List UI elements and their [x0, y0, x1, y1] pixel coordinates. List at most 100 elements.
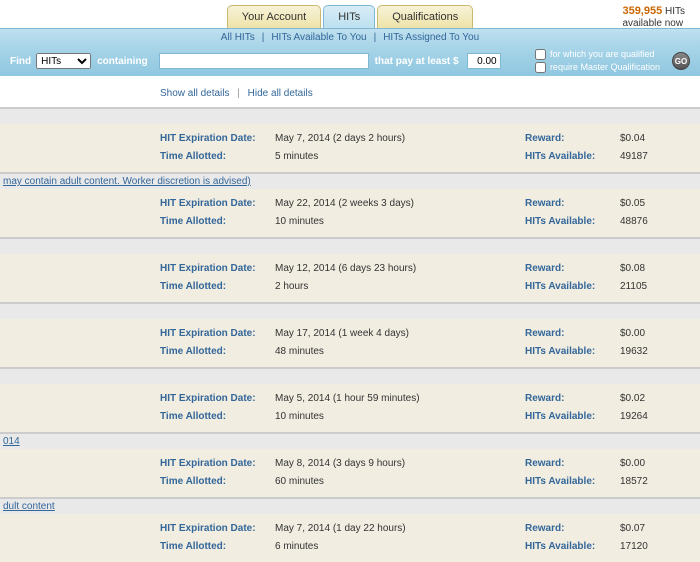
hits-available-value: 18572: [620, 473, 648, 491]
hits-available-label: HITs Available:: [525, 538, 620, 556]
tab-hits[interactable]: HITs: [323, 5, 375, 28]
hit-details: HIT Expiration Date:May 17, 2014 (1 week…: [0, 319, 700, 367]
pay-label: that pay at least $: [375, 56, 459, 67]
reward-value: $0.08: [620, 260, 645, 278]
hit-list: HIT Expiration Date:May 7, 2014 (2 days …: [0, 107, 700, 562]
find-type-select[interactable]: HITs: [36, 53, 91, 69]
time-allotted-value: 10 minutes: [275, 408, 324, 426]
search-filters: for which you are qualified require Mast…: [535, 46, 660, 74]
time-allotted-label: Time Allotted:: [160, 473, 275, 491]
hit-item: dult content HIT Expiration Date:May 7, 2…: [0, 497, 700, 562]
reward-value: $0.05: [620, 195, 645, 213]
hits-subnav: All HITs | HITs Available To You | HITs …: [0, 28, 700, 46]
expiration-label: HIT Expiration Date:: [160, 455, 275, 473]
reward-label: Reward:: [525, 325, 620, 343]
search-bar: Find HITs containing that pay at least $…: [0, 46, 700, 76]
hits-available-value: 19632: [620, 343, 648, 361]
expiration-value: May 7, 2014 (1 day 22 hours): [275, 520, 406, 538]
hit-item: may contain adult content. Worker discre…: [0, 172, 700, 237]
expiration-label: HIT Expiration Date:: [160, 195, 275, 213]
expiration-label: HIT Expiration Date:: [160, 260, 275, 278]
reward-label: Reward:: [525, 520, 620, 538]
tab-qualifications[interactable]: Qualifications: [377, 5, 473, 28]
hit-title-link[interactable]: 014: [3, 436, 20, 447]
expiration-value: May 22, 2014 (2 weeks 3 days): [275, 195, 414, 213]
time-allotted-label: Time Allotted:: [160, 538, 275, 556]
time-allotted-value: 5 minutes: [275, 148, 318, 166]
find-label: Find: [10, 56, 31, 67]
hits-available-value: 19264: [620, 408, 648, 426]
hit-title-bar: dult content: [0, 499, 700, 514]
hit-title-bar: 014: [0, 434, 700, 449]
reward-value: $0.04: [620, 130, 645, 148]
hit-details: HIT Expiration Date:May 8, 2014 (3 days …: [0, 449, 700, 497]
hits-available-label: HITs Available:: [525, 408, 620, 426]
search-input[interactable]: [159, 53, 369, 69]
subnav-all-hits[interactable]: All HITs: [221, 32, 255, 43]
hits-available-value: 21105: [620, 278, 647, 296]
hit-item: HIT Expiration Date:May 5, 2014 (1 hour …: [0, 367, 700, 432]
hits-available-label: HITs Available:: [525, 278, 620, 296]
time-allotted-label: Time Allotted:: [160, 148, 275, 166]
reward-label: Reward:: [525, 455, 620, 473]
hit-title-bar: [0, 369, 700, 384]
hit-item: HIT Expiration Date:May 17, 2014 (1 week…: [0, 302, 700, 367]
reward-label: Reward:: [525, 130, 620, 148]
time-allotted-label: Time Allotted:: [160, 408, 275, 426]
time-allotted-label: Time Allotted:: [160, 278, 275, 296]
expiration-value: May 17, 2014 (1 week 4 days): [275, 325, 409, 343]
hit-details: HIT Expiration Date:May 7, 2014 (1 day 2…: [0, 514, 700, 562]
hits-available-stats: 359,955 HITs available now: [622, 5, 685, 30]
expiration-value: May 7, 2014 (2 days 2 hours): [275, 130, 405, 148]
expiration-label: HIT Expiration Date:: [160, 390, 275, 408]
expiration-label: HIT Expiration Date:: [160, 325, 275, 343]
hits-available-label: HITs Available:: [525, 213, 620, 231]
hit-title-bar: [0, 109, 700, 124]
hit-title-bar: [0, 304, 700, 319]
time-allotted-value: 2 hours: [275, 278, 308, 296]
pay-input[interactable]: [467, 53, 501, 69]
reward-value: $0.02: [620, 390, 645, 408]
expiration-value: May 5, 2014 (1 hour 59 minutes): [275, 390, 420, 408]
hits-available-label: HITs Available:: [525, 473, 620, 491]
hits-available-label: HITs Available:: [525, 148, 620, 166]
subnav-hits-assigned[interactable]: HITs Assigned To You: [383, 32, 479, 43]
hit-title-link[interactable]: dult content: [3, 501, 55, 512]
hit-details: HIT Expiration Date:May 12, 2014 (6 days…: [0, 254, 700, 302]
subnav-hits-available[interactable]: HITs Available To You: [271, 32, 366, 43]
reward-value: $0.07: [620, 520, 645, 538]
hit-item: HIT Expiration Date:May 12, 2014 (6 days…: [0, 237, 700, 302]
time-allotted-value: 48 minutes: [275, 343, 324, 361]
reward-label: Reward:: [525, 390, 620, 408]
containing-label: containing: [97, 56, 148, 67]
reward-value: $0.00: [620, 325, 645, 343]
hits-count: 359,955: [622, 5, 662, 17]
hit-item: 014 HIT Expiration Date:May 8, 2014 (3 da…: [0, 432, 700, 497]
qualified-checkbox[interactable]: [535, 49, 546, 60]
master-checkbox[interactable]: [535, 62, 546, 73]
main-tabs: Your Account HITs Qualifications 359,955…: [0, 0, 700, 28]
time-allotted-value: 10 minutes: [275, 213, 324, 231]
hits-available-value: 48876: [620, 213, 648, 231]
hit-title-bar: [0, 239, 700, 254]
hit-details: HIT Expiration Date:May 22, 2014 (2 week…: [0, 189, 700, 237]
expiration-value: May 8, 2014 (3 days 9 hours): [275, 455, 405, 473]
hit-details: HIT Expiration Date:May 7, 2014 (2 days …: [0, 124, 700, 172]
hide-all-details[interactable]: Hide all details: [248, 88, 313, 99]
time-allotted-label: Time Allotted:: [160, 213, 275, 231]
hit-title-link[interactable]: may contain adult content. Worker discre…: [3, 176, 251, 187]
expiration-label: HIT Expiration Date:: [160, 130, 275, 148]
time-allotted-value: 6 minutes: [275, 538, 318, 556]
reward-label: Reward:: [525, 195, 620, 213]
expiration-label: HIT Expiration Date:: [160, 520, 275, 538]
show-all-details[interactable]: Show all details: [160, 88, 229, 99]
hits-available-value: 49187: [620, 148, 648, 166]
go-button[interactable]: GO: [672, 52, 690, 70]
hit-details: HIT Expiration Date:May 5, 2014 (1 hour …: [0, 384, 700, 432]
hit-title-bar: may contain adult content. Worker discre…: [0, 174, 700, 189]
reward-value: $0.00: [620, 455, 645, 473]
tab-your-account[interactable]: Your Account: [227, 5, 321, 28]
hit-item: HIT Expiration Date:May 7, 2014 (2 days …: [0, 107, 700, 172]
time-allotted-label: Time Allotted:: [160, 343, 275, 361]
expiration-value: May 12, 2014 (6 days 23 hours): [275, 260, 416, 278]
